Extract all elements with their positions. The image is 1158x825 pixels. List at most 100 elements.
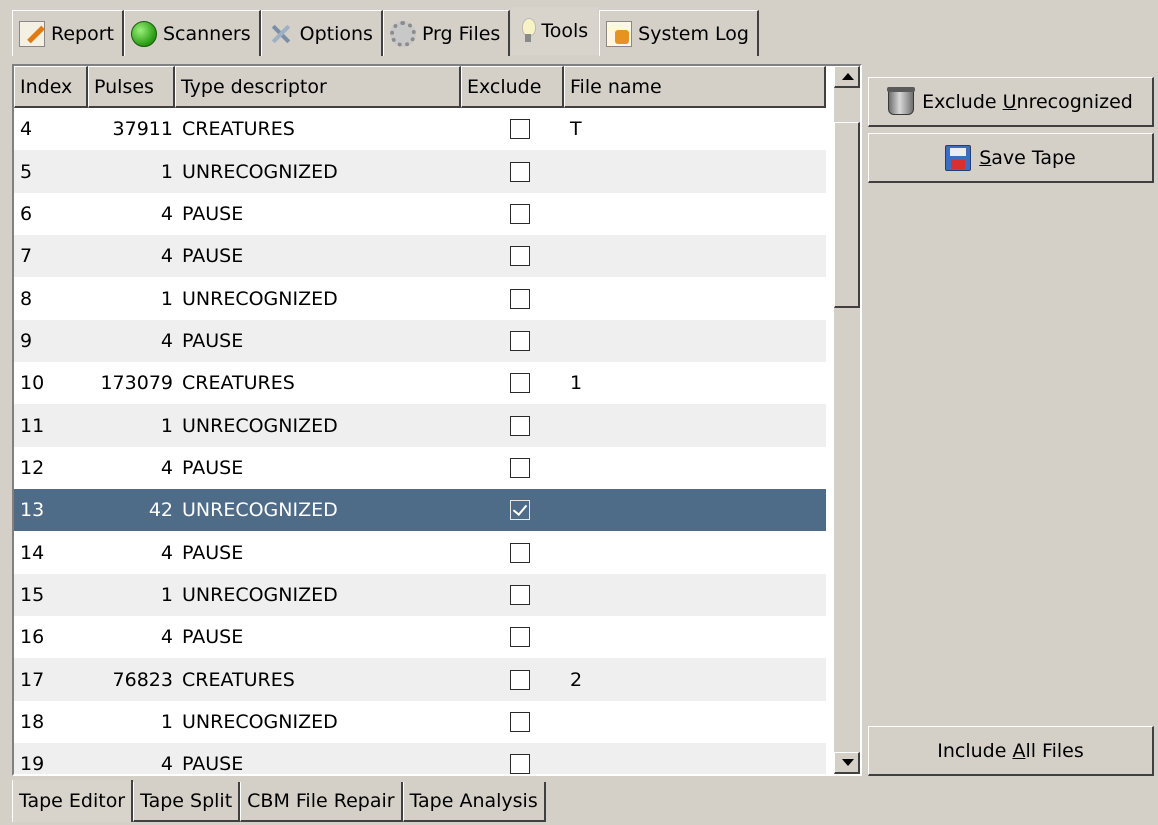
column-header-pulses[interactable]: Pulses: [88, 66, 175, 108]
table-row[interactable]: 13 42 UNRECOGNIZED: [14, 489, 826, 532]
exclude-checkbox[interactable]: [509, 754, 530, 774]
table-row[interactable]: 19 4 PAUSE: [14, 743, 826, 774]
tools-icon: [521, 18, 537, 44]
scroll-down-button[interactable]: [834, 752, 860, 774]
exclude-checkbox[interactable]: [509, 330, 530, 351]
exclude-cell: [461, 584, 564, 605]
tape-table[interactable]: Index Pulses Type descriptor Exclude Fil…: [14, 66, 826, 774]
vertical-scrollbar[interactable]: [834, 66, 860, 774]
exclude-checkbox[interactable]: [509, 203, 530, 224]
exclude-unrecognized-button[interactable]: Exclude Unrecognized: [868, 77, 1154, 127]
table-row[interactable]: 6 4 PAUSE: [14, 192, 826, 236]
table-row[interactable]: 16 4 PAUSE: [14, 616, 826, 659]
index-cell: 15: [20, 583, 45, 606]
pulses-cell: 4: [160, 456, 173, 479]
report-icon: [19, 20, 45, 47]
file-name-cell: 1: [570, 372, 583, 395]
column-header-exclude[interactable]: Exclude: [461, 66, 564, 108]
index-cell: 16: [20, 626, 45, 649]
exclude-checkbox[interactable]: [509, 584, 530, 605]
index-cell: 7: [20, 245, 33, 268]
exclude-checkbox[interactable]: [509, 669, 530, 690]
tab-prg-files[interactable]: Prg Files: [382, 10, 511, 56]
type-descriptor-cell: UNRECOGNIZED: [182, 414, 338, 437]
tab-tools[interactable]: Tools: [510, 6, 600, 56]
pulses-cell: 4: [160, 753, 173, 774]
table-row[interactable]: 12 4 PAUSE: [14, 446, 826, 490]
tab-system-log[interactable]: System Log: [599, 10, 759, 56]
pulses-cell: 1: [160, 710, 173, 733]
system-log-icon: [606, 20, 633, 47]
type-descriptor-cell: PAUSE: [182, 626, 244, 649]
tab-scanners[interactable]: Scanners: [123, 10, 261, 56]
tab-system-log-label: System Log: [638, 22, 749, 45]
exclude-checkbox[interactable]: [509, 627, 530, 648]
pulses-cell: 4: [160, 202, 173, 225]
table-row[interactable]: 8 1 UNRECOGNIZED: [14, 277, 826, 320]
options-icon: [268, 21, 294, 47]
tab-options[interactable]: Options: [260, 10, 383, 56]
index-cell: 13: [20, 499, 45, 522]
tab-tape-editor[interactable]: Tape Editor: [12, 780, 134, 822]
exclude-cell: [461, 415, 564, 436]
tape-table-panel: Index Pulses Type descriptor Exclude Fil…: [12, 64, 862, 776]
exclude-checkbox[interactable]: [509, 415, 530, 436]
exclude-cell: [461, 627, 564, 648]
tab-tape-split[interactable]: Tape Split: [133, 782, 241, 822]
pulses-cell: 4: [160, 329, 173, 352]
tab-prg-files-label: Prg Files: [421, 22, 501, 45]
scroll-thumb[interactable]: [834, 122, 860, 308]
prg-files-icon: [389, 20, 416, 47]
column-header-file-name[interactable]: File name: [564, 66, 826, 108]
exclude-checkbox[interactable]: [509, 457, 530, 478]
save-tape-button[interactable]: Save Tape: [868, 133, 1154, 183]
tab-cbm-file-repair[interactable]: CBM File Repair: [240, 782, 403, 822]
table-row[interactable]: 15 1 UNRECOGNIZED: [14, 573, 826, 617]
tab-report[interactable]: Report: [12, 10, 124, 56]
exclude-checkbox[interactable]: [509, 161, 530, 182]
type-descriptor-cell: UNRECOGNIZED: [182, 710, 338, 733]
table-row[interactable]: 11 1 UNRECOGNIZED: [14, 404, 826, 447]
exclude-checkbox[interactable]: [509, 711, 530, 732]
table-row[interactable]: 14 4 PAUSE: [14, 531, 826, 574]
trash-icon: [887, 86, 916, 115]
type-descriptor-cell: UNRECOGNIZED: [182, 499, 338, 522]
exclude-checkbox[interactable]: [509, 288, 530, 309]
exclude-checkbox[interactable]: [509, 500, 530, 521]
table-row[interactable]: 4 37911 CREATURES T: [14, 108, 826, 151]
exclude-cell: [461, 203, 564, 224]
file-name-cell: T: [570, 118, 582, 141]
table-row[interactable]: 18 1 UNRECOGNIZED: [14, 700, 826, 744]
exclude-checkbox[interactable]: [509, 373, 530, 394]
table-row[interactable]: 5 1 UNRECOGNIZED: [14, 150, 826, 193]
floppy-disk-icon: [945, 144, 972, 171]
table-row[interactable]: 10 173079 CREATURES 1: [14, 362, 826, 405]
index-cell: 4: [20, 118, 33, 141]
exclude-cell: [461, 754, 564, 774]
table-row[interactable]: 7 4 PAUSE: [14, 235, 826, 278]
tab-tape-analysis[interactable]: Tape Analysis: [402, 782, 546, 822]
table-row[interactable]: 9 4 PAUSE: [14, 319, 826, 363]
top-tab-bar: Report Scanners Options Prg Files Tools …: [12, 6, 759, 56]
index-cell: 18: [20, 710, 45, 733]
type-descriptor-cell: PAUSE: [182, 202, 244, 225]
exclude-cell: [461, 457, 564, 478]
exclude-checkbox[interactable]: [509, 542, 530, 563]
exclude-checkbox[interactable]: [509, 119, 530, 140]
index-cell: 9: [20, 329, 33, 352]
type-descriptor-cell: PAUSE: [182, 456, 244, 479]
type-descriptor-cell: PAUSE: [182, 541, 244, 564]
column-header-type[interactable]: Type descriptor: [175, 66, 461, 108]
exclude-cell: [461, 711, 564, 732]
tab-scanners-label: Scanners: [162, 22, 251, 45]
index-cell: 12: [20, 456, 45, 479]
column-header-index[interactable]: Index: [14, 66, 88, 108]
scroll-up-button[interactable]: [834, 66, 860, 88]
type-descriptor-cell: UNRECOGNIZED: [182, 160, 338, 183]
table-row[interactable]: 17 76823 CREATURES 2: [14, 658, 826, 701]
include-all-files-button[interactable]: Include All Files: [868, 726, 1154, 776]
pulses-cell: 173079: [100, 372, 173, 395]
exclude-checkbox[interactable]: [509, 246, 530, 267]
index-cell: 5: [20, 160, 33, 183]
pulses-cell: 1: [160, 583, 173, 606]
